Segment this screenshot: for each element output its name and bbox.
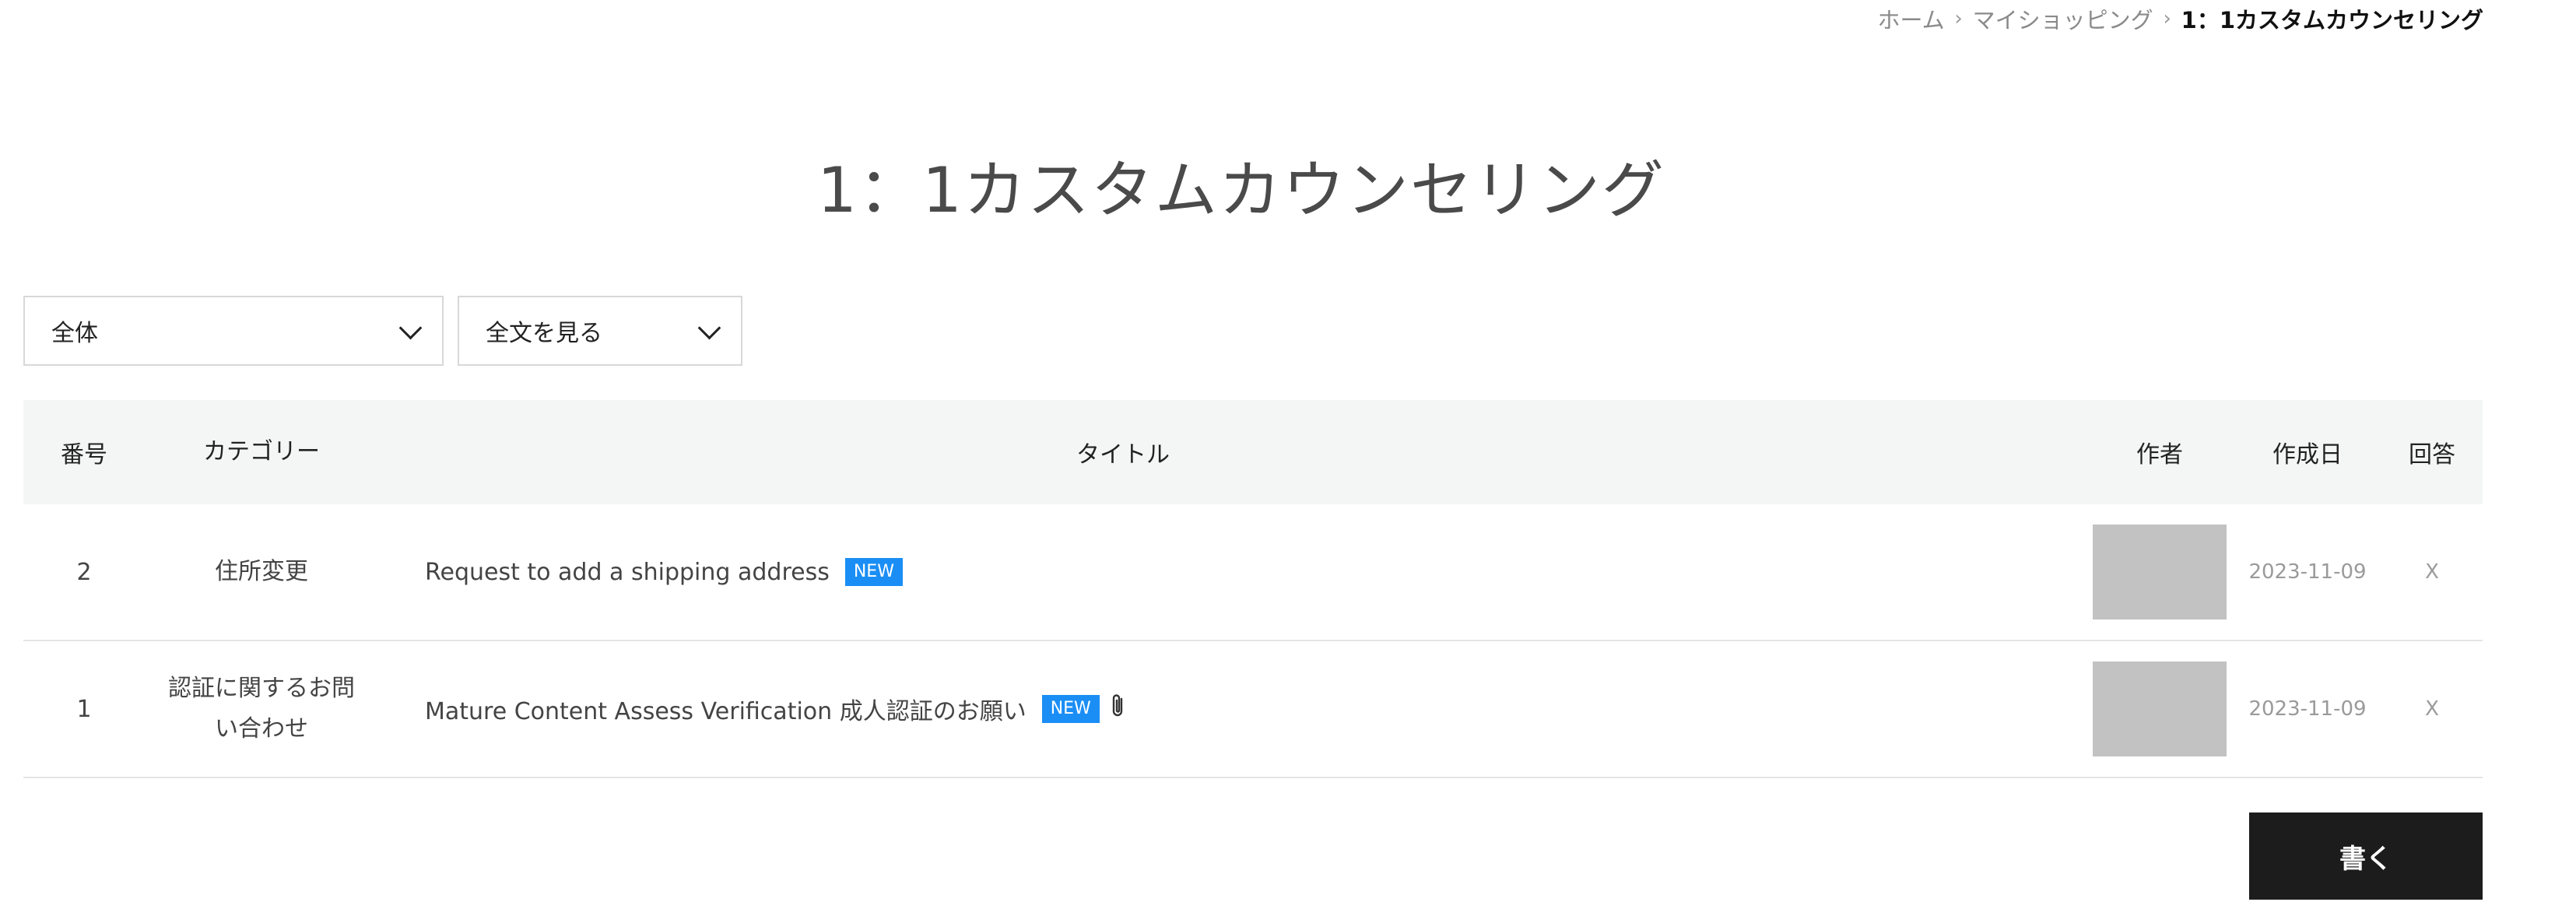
header-no: 番号: [61, 441, 107, 469]
chevron-right-icon: ›: [2163, 7, 2171, 30]
row-date: 2023-11-09: [2248, 697, 2367, 721]
category-select[interactable]: 全体: [23, 296, 444, 366]
breadcrumb-myshopping[interactable]: マイショッピング: [1973, 2, 2153, 35]
row-category: 認証に関するお問 い合わせ: [145, 669, 378, 749]
header-answer: 回答: [2409, 441, 2455, 469]
chevron-down-icon: [697, 316, 721, 340]
new-badge: NEW: [1041, 695, 1100, 723]
row-title-link[interactable]: Mature Content Assess Verification 成人認証の…: [425, 692, 1027, 726]
row-no: 1: [76, 695, 92, 723]
paperclip-icon: [1109, 693, 1126, 725]
row-category-line2: い合わせ: [215, 715, 308, 742]
header-category: カテゴリー: [203, 438, 320, 465]
page-title: 1：1カスタムカウンセリング: [817, 154, 1665, 226]
author-avatar: [2093, 525, 2227, 619]
breadcrumb-home[interactable]: ホーム: [1877, 2, 1944, 35]
table-header: 番号 カテゴリー タイトル 作者 作成日 回答: [23, 400, 2483, 504]
row-title-cell: Mature Content Assess Verification 成人認証の…: [378, 692, 2086, 726]
row-author: [2086, 662, 2234, 756]
row-category-line1: 認証に関するお問: [168, 675, 355, 702]
header-author: 作者: [2136, 441, 2183, 469]
category-select-value: 全体: [51, 320, 98, 347]
chevron-down-icon: [398, 316, 423, 340]
row-category: 住所変更: [215, 558, 308, 585]
header-title: タイトル: [1076, 441, 1170, 469]
table-row: 2 住所変更 Request to add a shipping address…: [23, 504, 2483, 641]
row-no: 2: [76, 558, 92, 586]
row-title-cell: Request to add a shipping address NEW: [378, 558, 2086, 586]
breadcrumb-current: 1：1カスタムカウンセリング: [2181, 7, 2483, 33]
header-date: 作成日: [2272, 441, 2343, 469]
row-date: 2023-11-09: [2248, 560, 2367, 584]
row-author: [2086, 525, 2234, 619]
new-badge: NEW: [844, 558, 903, 586]
view-select-value: 全文を見る: [486, 320, 602, 347]
row-answer: X: [2425, 560, 2439, 584]
chevron-right-icon: ›: [1954, 7, 1963, 30]
view-select[interactable]: 全文を見る: [458, 296, 742, 366]
write-button[interactable]: 書く: [2249, 812, 2483, 900]
table-row: 1 認証に関するお問 い合わせ Mature Content Assess Ve…: [23, 641, 2483, 778]
inquiry-table: 番号 カテゴリー タイトル 作者 作成日 回答 2 住所変更 Request t…: [23, 400, 2483, 778]
author-avatar: [2093, 662, 2227, 756]
row-title-link[interactable]: Request to add a shipping address: [425, 559, 830, 586]
breadcrumb: ホーム › マイショッピング › 1：1カスタムカウンセリング: [1877, 3, 2483, 34]
row-answer: X: [2425, 697, 2439, 721]
